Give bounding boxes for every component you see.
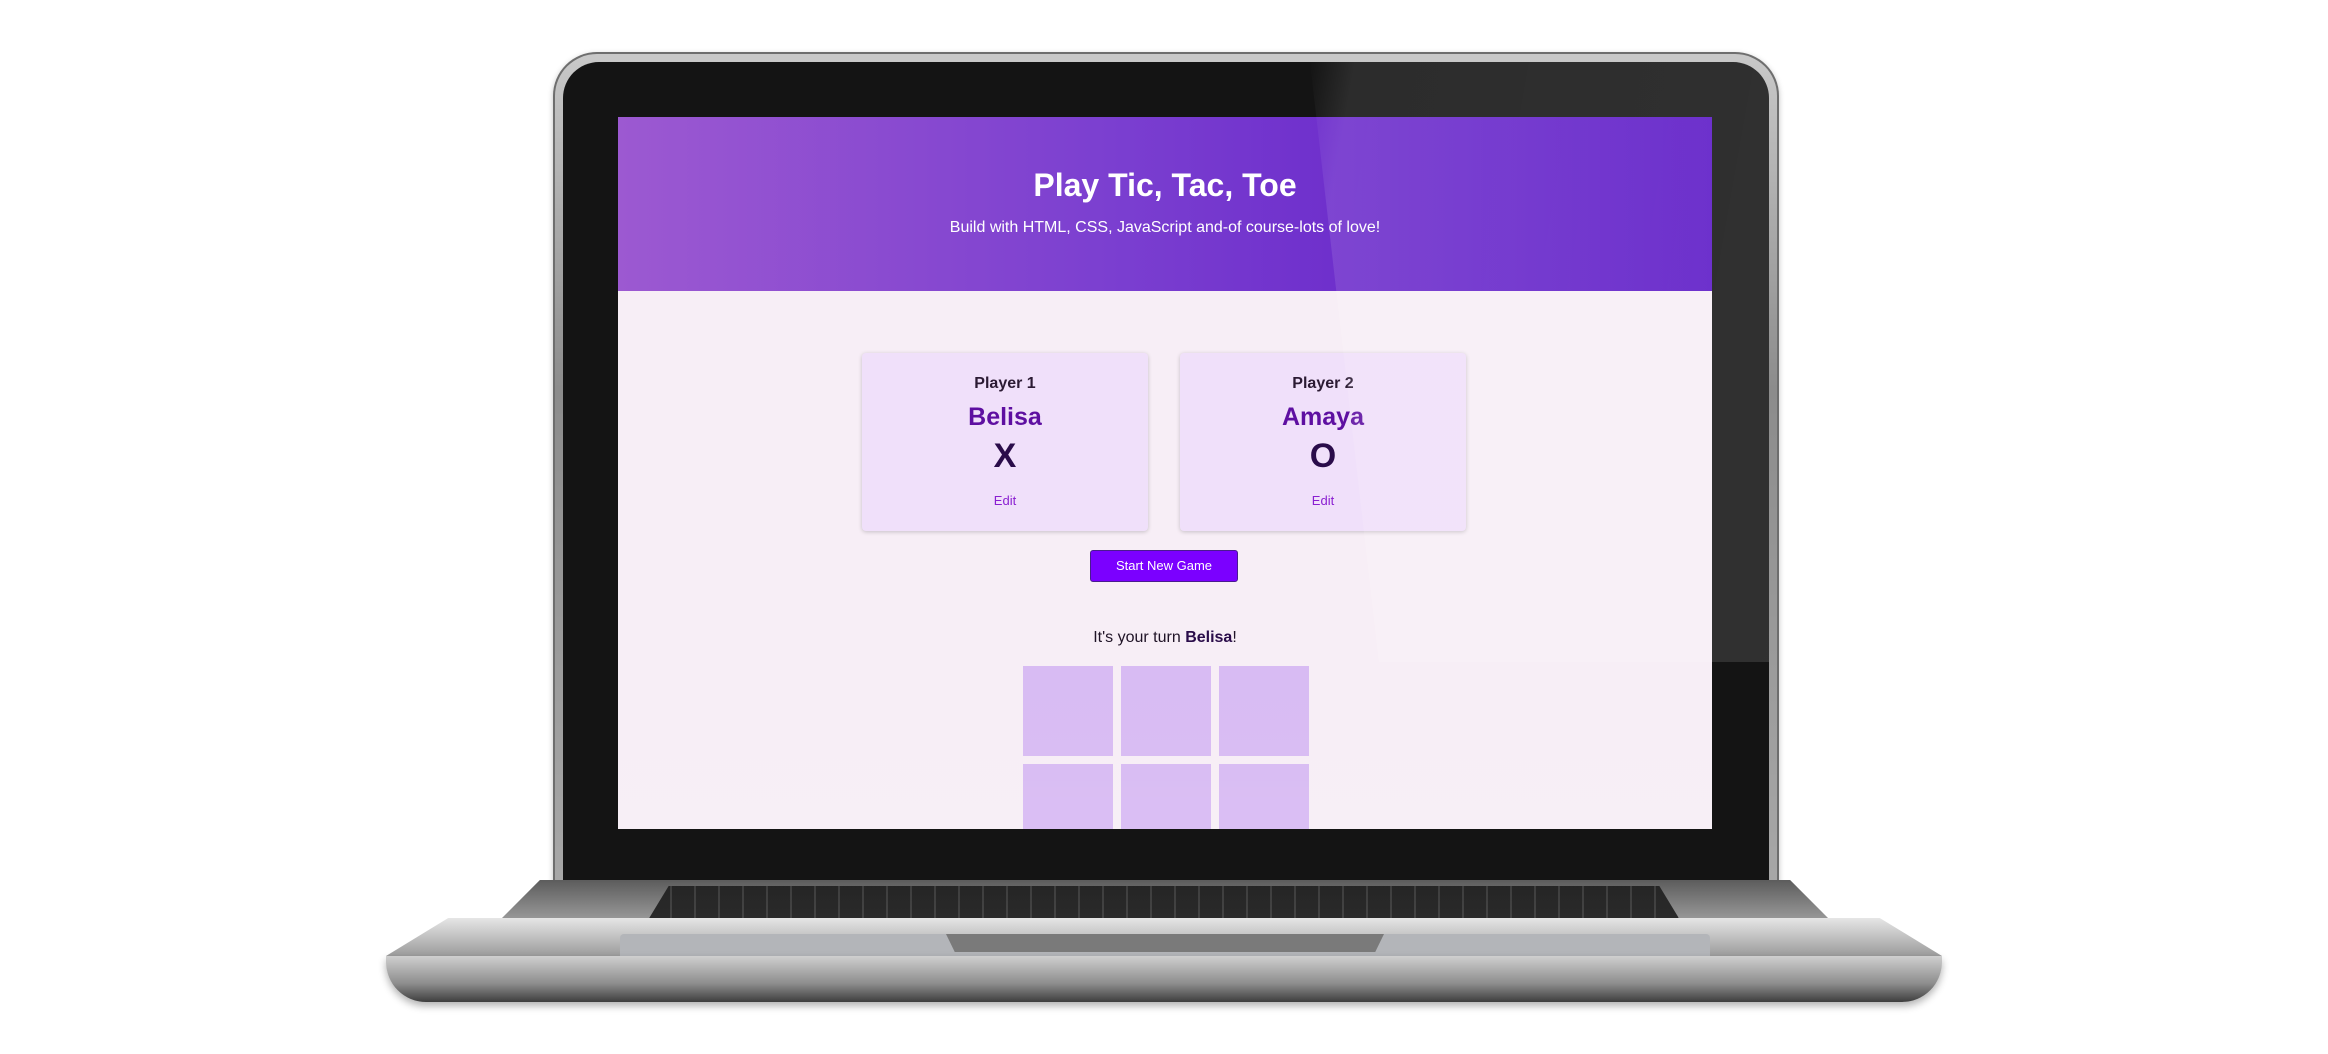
edit-player-1-button[interactable]: Edit [862, 493, 1148, 508]
turn-indicator: It's your turn Belisa! [618, 629, 1712, 647]
board-cell-6[interactable] [1219, 764, 1309, 829]
board-cell-3[interactable] [1219, 666, 1309, 756]
board-cell-4[interactable] [1023, 764, 1113, 829]
board-cell-2[interactable] [1121, 666, 1211, 756]
player-card-1: Player 1 Belisa X Edit [862, 353, 1148, 531]
laptop-trackpad [946, 934, 1384, 952]
board-cell-5[interactable] [1121, 764, 1211, 829]
player-symbol: X [993, 437, 1017, 475]
page-subtitle: Build with HTML, CSS, JavaScript and-of … [949, 219, 1381, 236]
laptop-keyboard [648, 886, 1680, 920]
edit-player-2-button[interactable]: Edit [1180, 493, 1466, 508]
game-board [1023, 666, 1309, 829]
players-section: Player 1 Belisa X Edit Player 2 Amaya O … [618, 353, 1712, 533]
laptop-mockup: Play Tic, Tac, Toe Build with HTML, CSS,… [0, 0, 2328, 1054]
player-symbol: O [1309, 437, 1337, 475]
app-screen: Play Tic, Tac, Toe Build with HTML, CSS,… [618, 117, 1712, 829]
laptop-base-edge [386, 956, 1942, 1002]
player-label: Player 1 [974, 375, 1036, 392]
start-new-game-button[interactable]: Start New Game [1090, 550, 1238, 582]
page-header: Play Tic, Tac, Toe Build with HTML, CSS,… [618, 117, 1712, 291]
player-name: Amaya [1282, 403, 1364, 431]
page-title: Play Tic, Tac, Toe [1033, 167, 1297, 203]
player-name: Belisa [968, 403, 1042, 431]
player-label: Player 2 [1292, 375, 1354, 392]
turn-prefix: It's your turn [1093, 629, 1186, 646]
turn-suffix: ! [1232, 629, 1237, 646]
board-cell-1[interactable] [1023, 666, 1113, 756]
player-card-2: Player 2 Amaya O Edit [1180, 353, 1466, 531]
active-player-name: Belisa [1185, 629, 1233, 646]
